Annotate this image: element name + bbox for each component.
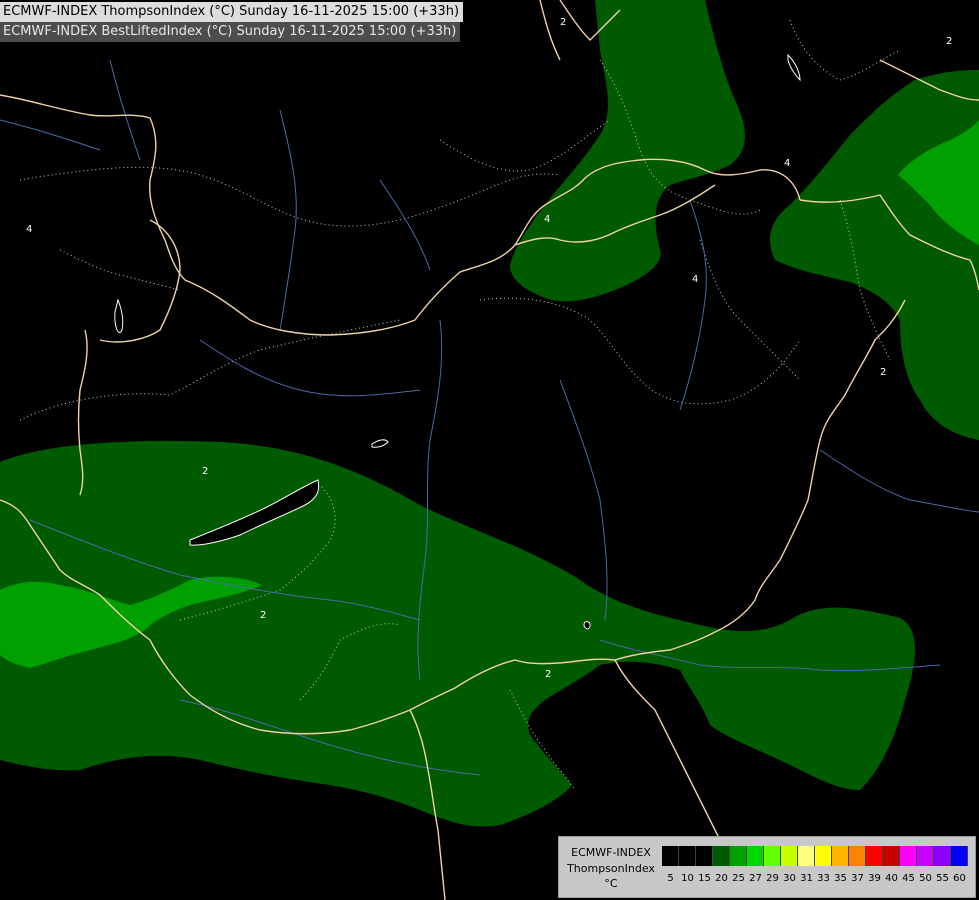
contour-label: 2	[560, 17, 566, 28]
legend-model-label: ECMWF-INDEX	[571, 846, 651, 859]
color-legend: ECMWF-INDEX ThompsonIndex °C 5 10 15 20 25 27…	[558, 836, 976, 898]
legend-swatch	[883, 846, 900, 866]
legend-tick-label: 50	[919, 873, 932, 884]
legend-swatch	[764, 846, 781, 866]
legend-tick-label: 37	[851, 873, 864, 884]
legend-tick-label: 15	[698, 873, 711, 884]
legend-swatch	[662, 846, 679, 866]
lake-small	[583, 621, 591, 630]
weather-map: 2 4 4 2 2 4 2 4 2 2	[0, 0, 979, 900]
legend-tick-label: 60	[953, 873, 966, 884]
legend-swatch	[934, 846, 951, 866]
legend-tick-label: 55	[936, 873, 949, 884]
legend-swatch	[696, 846, 713, 866]
contour-label: 2	[946, 36, 952, 47]
legend-tick-label: 31	[800, 873, 813, 884]
legend-tick-label: 39	[868, 873, 881, 884]
contour-label: 2	[545, 669, 551, 680]
legend-swatch	[849, 846, 866, 866]
legend-swatch	[917, 846, 934, 866]
legend-swatch	[713, 846, 730, 866]
legend-tick-label: 45	[902, 873, 915, 884]
legend-tick-label: 30	[783, 873, 796, 884]
map-title-bestlifted: ECMWF-INDEX BestLiftedIndex (°C) Sunday …	[0, 22, 461, 42]
legend-swatch	[815, 846, 832, 866]
legend-swatch	[798, 846, 815, 866]
legend-tick-labels: 5 10 15 20 25 27 29 30 31 33 35 37 39 40 45 50 55 60	[662, 873, 974, 887]
legend-swatch	[951, 846, 968, 866]
legend-swatch	[832, 846, 849, 866]
contour-label: 4	[784, 158, 790, 169]
legend-unit-label: °C	[604, 877, 618, 890]
contour-label: 4	[544, 214, 550, 225]
contour-label: 4	[26, 224, 32, 235]
contour-label: 2	[260, 610, 266, 621]
legend-tick-label: 35	[834, 873, 847, 884]
legend-swatch	[781, 846, 798, 866]
contour-label: 4	[692, 274, 698, 285]
legend-tick-label: 27	[749, 873, 762, 884]
legend-tick-label: 29	[766, 873, 779, 884]
legend-tick-label: 25	[732, 873, 745, 884]
legend-tick-label: 33	[817, 873, 830, 884]
legend-swatch	[730, 846, 747, 866]
map-title-thompson: ECMWF-INDEX ThompsonIndex (°C) Sunday 16…	[0, 2, 464, 22]
legend-parameter-label: ThompsonIndex	[567, 862, 655, 875]
legend-tick-label: 5	[667, 873, 674, 884]
legend-tick-label: 40	[885, 873, 898, 884]
contour-label: 2	[202, 466, 208, 477]
legend-tick-label: 10	[681, 873, 694, 884]
legend-swatch	[747, 846, 764, 866]
contour-label: 2	[880, 367, 886, 378]
legend-tick-label: 20	[715, 873, 728, 884]
legend-swatch	[679, 846, 696, 866]
legend-swatch	[900, 846, 917, 866]
legend-swatch	[866, 846, 883, 866]
legend-swatches	[662, 846, 968, 866]
